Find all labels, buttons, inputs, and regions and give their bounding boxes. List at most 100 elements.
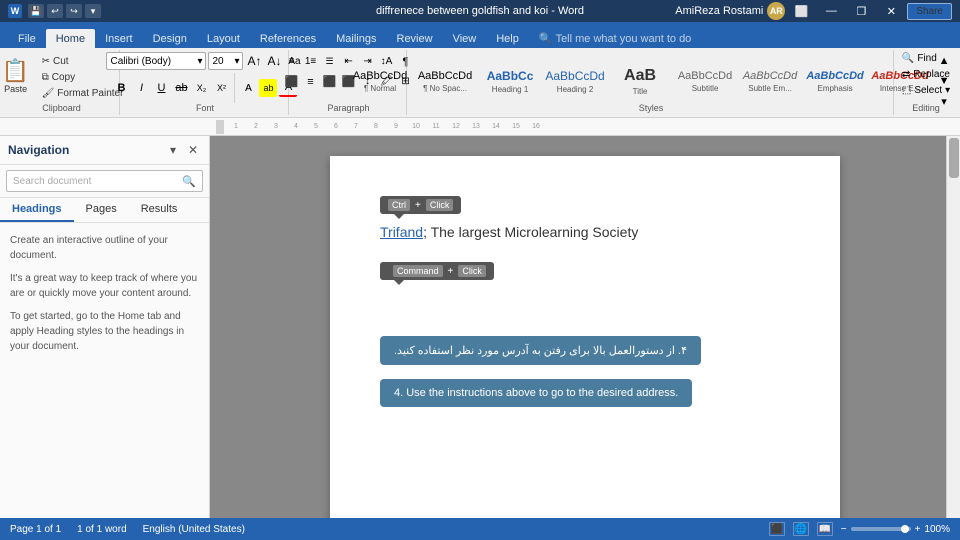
zoom-slider[interactable]	[851, 527, 911, 531]
style-title-label: Title	[633, 87, 648, 96]
find-button[interactable]: 🔍 Find	[899, 52, 953, 65]
subscript-button[interactable]: X₂	[192, 79, 210, 97]
editing-label: Editing	[896, 103, 956, 113]
style-normal-label: ¶ Normal	[364, 84, 396, 93]
increase-font-btn[interactable]: A↑	[245, 52, 263, 70]
ruler-mark: 5	[306, 123, 326, 130]
style-heading2[interactable]: AaBbCcDd Heading 2	[544, 55, 606, 107]
language-status[interactable]: English (United States)	[143, 524, 245, 535]
ctrl-click-tooltip-wrapper: Ctrl + Click	[380, 196, 790, 220]
select-button[interactable]: ⬚ Select ▾	[899, 84, 953, 97]
tab-mailings[interactable]: Mailings	[326, 29, 386, 48]
title-bar-right: AmiReza Rostami AR ⬜ — ❐ ✕ Share	[675, 2, 952, 20]
ruler-left-margin	[216, 120, 224, 134]
tab-home[interactable]: Home	[46, 29, 95, 48]
nav-hint-3: To get started, go to the Home tab and a…	[10, 309, 199, 354]
tab-view[interactable]: View	[443, 29, 487, 48]
multilevel-btn[interactable]: ☰	[321, 53, 339, 71]
ruler-mark: 8	[366, 123, 386, 130]
read-mode-btn[interactable]: 📖	[817, 522, 833, 536]
italic-button[interactable]: I	[132, 79, 150, 97]
nav-tab-results[interactable]: Results	[129, 198, 190, 222]
customize-btn[interactable]: ▾	[85, 4, 101, 18]
align-center-btn[interactable]: ≡	[302, 73, 320, 91]
tab-file[interactable]: File	[8, 29, 46, 48]
trifand-link[interactable]: Trifand	[380, 224, 423, 240]
nav-tab-headings[interactable]: Headings	[0, 198, 74, 222]
nav-close-icon[interactable]: ✕	[185, 142, 201, 158]
tab-insert[interactable]: Insert	[95, 29, 143, 48]
style-heading2-label: Heading 2	[557, 85, 593, 94]
style-heading1[interactable]: AaBbCc Heading 1	[479, 55, 541, 107]
decrease-font-btn[interactable]: A↓	[265, 52, 283, 70]
ruler-mark: 7	[346, 123, 366, 130]
scrollbar-thumb[interactable]	[949, 138, 959, 178]
font-size-selector[interactable]: 20 ▾	[208, 52, 243, 70]
ruler-mark: 14	[486, 123, 506, 130]
style-title[interactable]: AaB Title	[609, 55, 671, 107]
zoom-in-btn[interactable]: +	[915, 524, 921, 535]
redo-btn[interactable]: ↪	[66, 4, 82, 18]
style-emphasis[interactable]: AaBbCcDd Emphasis	[804, 55, 866, 107]
word-icon: W	[8, 4, 22, 18]
tab-help[interactable]: Help	[486, 29, 529, 48]
nav-options-icon[interactable]: ▾	[165, 142, 181, 158]
save-btn[interactable]: 💾	[28, 4, 44, 18]
font-size-value: 20	[212, 56, 234, 67]
tab-design[interactable]: Design	[143, 29, 197, 48]
user-name: AmiReza Rostami	[675, 5, 763, 17]
title-bar: W 💾 ↩ ↪ ▾ diffrenece between goldfish an…	[0, 0, 960, 22]
replace-icon: ⇄	[902, 69, 910, 80]
style-subtle-em-preview: AaBbCcDd	[743, 70, 797, 82]
tab-review[interactable]: Review	[387, 29, 443, 48]
close-btn[interactable]: ✕	[877, 3, 905, 19]
status-bar: Page 1 of 1 1 of 1 word English (United …	[0, 518, 960, 540]
print-layout-btn[interactable]: ⬛	[769, 522, 785, 536]
cmd-click-tooltip-wrapper: Command + Click	[380, 260, 790, 286]
ribbon: 📋 Paste ✂ Cut ⧉ Copy 🖌 Format Painter Cl…	[0, 48, 960, 118]
paste-icon: 📋	[2, 60, 29, 82]
align-right-btn[interactable]: ⬛	[321, 73, 339, 91]
numbering-btn[interactable]: 1≡	[302, 53, 320, 71]
zoom-out-btn[interactable]: −	[841, 524, 847, 535]
replace-button[interactable]: ⇄ Replace	[899, 68, 953, 81]
nav-tab-pages[interactable]: Pages	[74, 198, 129, 222]
ribbon-toggle-btn[interactable]: ⬜	[787, 3, 815, 19]
underline-button[interactable]: U	[152, 79, 170, 97]
strikethrough-button[interactable]: ab	[172, 79, 190, 97]
bullets-btn[interactable]: ≡	[283, 53, 301, 71]
document-area[interactable]: Ctrl + Click Trifand; The largest Microl…	[210, 136, 960, 518]
ruler-mark: 1	[226, 123, 246, 130]
nav-search-box[interactable]: Search document 🔍	[6, 170, 203, 192]
share-btn[interactable]: Share	[907, 3, 952, 20]
maximize-btn[interactable]: ❐	[847, 3, 875, 19]
search-icon: 🔍	[902, 53, 914, 64]
user-avatar[interactable]: AR	[767, 2, 785, 20]
paste-button[interactable]: 📋 Paste	[0, 52, 36, 102]
superscript-button[interactable]: X²	[212, 79, 230, 97]
nav-title: Navigation	[8, 143, 69, 157]
style-subtitle-label: Subtitle	[692, 84, 719, 93]
minimize-btn[interactable]: —	[817, 3, 845, 19]
tell-me-input[interactable]: 🔍 Tell me what you want to do	[529, 28, 701, 48]
bold-button[interactable]: B	[112, 79, 130, 97]
ruler-mark: 10	[406, 123, 426, 130]
ctrl-click-tooltip: Ctrl + Click	[380, 196, 461, 214]
highlight-button[interactable]: ab	[259, 79, 277, 97]
scrollbar-right[interactable]	[946, 136, 960, 518]
clipboard-label: Clipboard	[4, 103, 119, 113]
ruler-mark: 11	[426, 123, 446, 130]
style-normal[interactable]: AaBbCcDd ¶ Normal	[349, 55, 411, 107]
style-subtitle[interactable]: AaBbCcDd Subtitle	[674, 55, 736, 107]
style-no-spacing[interactable]: AaBbCcDd ¶ No Spac...	[414, 55, 476, 107]
text-effects-button[interactable]: A	[239, 79, 257, 97]
align-left-btn[interactable]: ⬛	[283, 73, 301, 91]
style-subtle-em[interactable]: AaBbCcDd Subtle Em...	[739, 55, 801, 107]
ruler-mark: 12	[446, 123, 466, 130]
font-name-selector[interactable]: Calibri (Body) ▾	[106, 52, 206, 70]
font-divider	[234, 73, 235, 103]
web-layout-btn[interactable]: 🌐	[793, 522, 809, 536]
undo-btn[interactable]: ↩	[47, 4, 63, 18]
tab-references[interactable]: References	[250, 29, 326, 48]
tab-layout[interactable]: Layout	[197, 29, 250, 48]
